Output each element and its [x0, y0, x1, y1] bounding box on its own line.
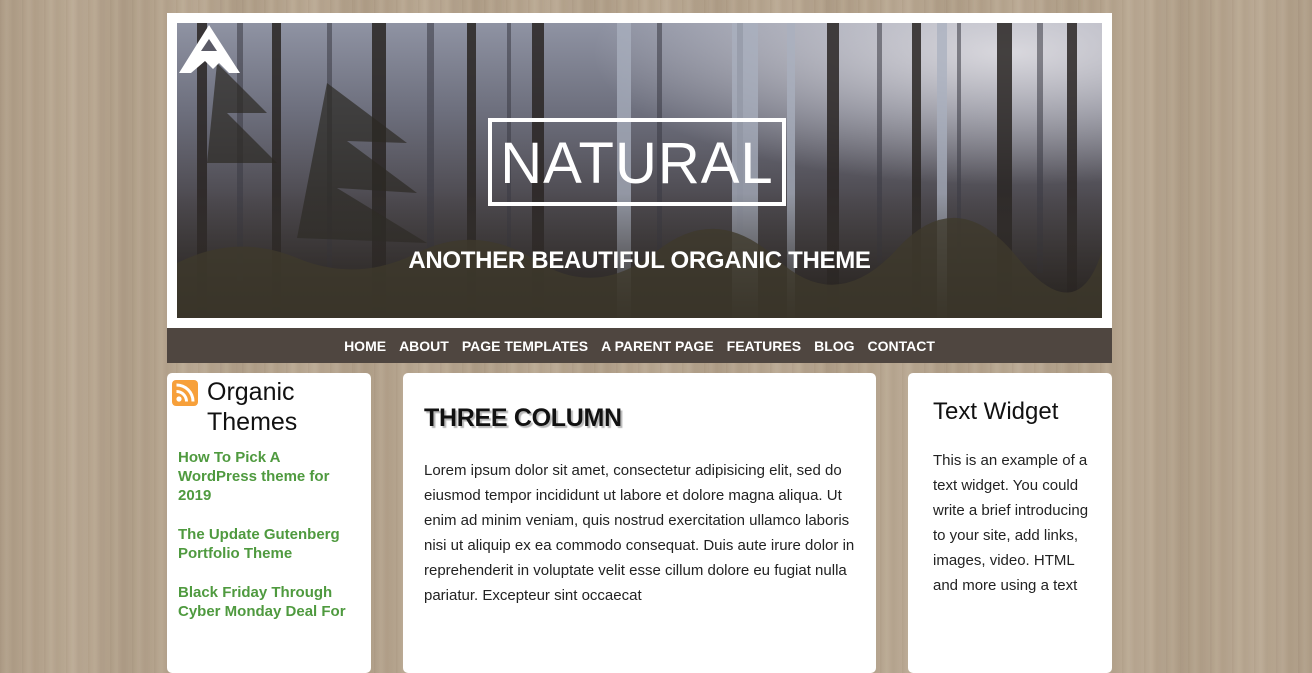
nav-item-home[interactable]: HOME: [344, 338, 386, 354]
nav-item-blog[interactable]: BLOG: [814, 338, 854, 354]
site-header: NATURAL ANOTHER BEAUTIFUL ORGANIC THEME: [167, 13, 1112, 328]
nav-item-features[interactable]: FEATURES: [727, 338, 801, 354]
mountain-logo-icon: [179, 25, 240, 73]
page-title: THREE COLUMN: [424, 404, 622, 432]
nav-item-parent-page[interactable]: A PARENT PAGE: [601, 338, 714, 354]
header-image[interactable]: NATURAL ANOTHER BEAUTIFUL ORGANIC THEME: [177, 23, 1102, 318]
page-body: Lorem ipsum dolor sit amet, consectetur …: [424, 462, 855, 604]
nav-item-page-templates[interactable]: PAGE TEMPLATES: [462, 338, 588, 354]
rss-feed-list: How To Pick A WordPress theme for 2019 T…: [178, 448, 363, 641]
widget-title: Text Widget: [933, 398, 1059, 425]
left-sidebar: Organic Themes How To Pick A WordPress t…: [167, 373, 371, 673]
rss-link[interactable]: Black Friday Through Cyber Monday Deal F…: [178, 583, 363, 621]
site-logo[interactable]: NATURAL: [488, 118, 786, 206]
nav-item-contact[interactable]: CONTACT: [868, 338, 935, 354]
rss-icon[interactable]: [172, 380, 198, 406]
site-tagline: ANOTHER BEAUTIFUL ORGANIC THEME: [408, 247, 871, 274]
widget-text: This is an example of a text widget. You…: [933, 452, 1089, 594]
widget-title: Organic Themes: [207, 378, 298, 436]
right-sidebar: Text Widget This is an example of a text…: [908, 373, 1112, 673]
site-title: NATURAL: [500, 131, 774, 196]
nav-item-about[interactable]: ABOUT: [399, 338, 449, 354]
rss-link[interactable]: The Update Gutenberg Portfolio Theme: [178, 525, 363, 563]
rss-link[interactable]: How To Pick A WordPress theme for 2019: [178, 448, 363, 505]
main-navigation: HOME ABOUT PAGE TEMPLATES A PARENT PAGE …: [167, 328, 1112, 363]
main-content: THREE COLUMN Lorem ipsum dolor sit amet,…: [403, 373, 876, 673]
